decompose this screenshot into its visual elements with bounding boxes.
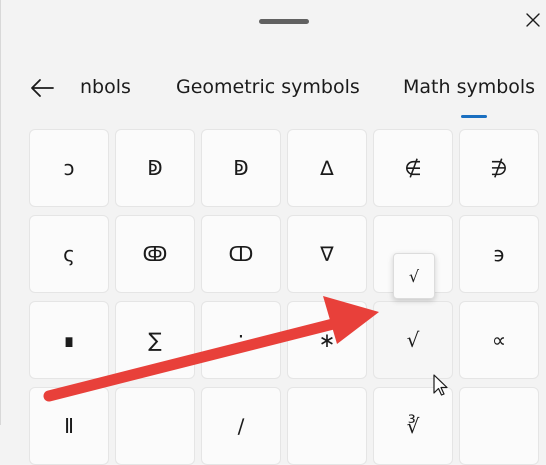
symbol-tile[interactable]: ϶: [459, 215, 539, 293]
symbol-tile[interactable]: ∕: [201, 387, 281, 465]
symbol-tile[interactable]: ∇: [287, 215, 367, 293]
symbol-tile[interactable]: ∶: [201, 301, 281, 379]
symbol-tile[interactable]: ∗: [287, 301, 367, 379]
symbol-grid: ↄ ↁ ↁ ∆ ∉ ∌ ς ↂ ↀ ∇ ϶ ∎ ∑ ∶ ∗ √ ∝ Ⅱ ∕ ∛: [1, 0, 546, 465]
symbol-tile[interactable]: ↁ: [201, 129, 281, 207]
symbol-tile[interactable]: ↁ: [115, 129, 195, 207]
symbol-tile[interactable]: ↄ: [29, 129, 109, 207]
symbol-tile[interactable]: ↂ: [115, 215, 195, 293]
symbol-tile[interactable]: ↀ: [201, 215, 281, 293]
symbol-tile[interactable]: ∌: [459, 129, 539, 207]
symbol-tile[interactable]: [287, 387, 367, 465]
square-root-symbol-tile[interactable]: √: [373, 301, 453, 379]
symbol-preview-tooltip: √: [393, 253, 435, 299]
symbol-tile[interactable]: [115, 387, 195, 465]
symbol-tile[interactable]: Ⅱ: [29, 387, 109, 465]
symbol-tile[interactable]: ς: [29, 215, 109, 293]
emoji-symbol-panel: nbols Geometric symbols Math symbols ↄ ↁ…: [0, 0, 546, 465]
mouse-cursor-icon: [433, 374, 448, 396]
symbol-tile[interactable]: ∝: [459, 301, 539, 379]
symbol-tile[interactable]: [459, 387, 539, 465]
symbol-tile[interactable]: ∑: [115, 301, 195, 379]
symbol-tile[interactable]: ∛: [373, 387, 453, 465]
symbol-tile[interactable]: ∆: [287, 129, 367, 207]
symbol-tile[interactable]: ∉: [373, 129, 453, 207]
symbol-tile[interactable]: ∎: [29, 301, 109, 379]
